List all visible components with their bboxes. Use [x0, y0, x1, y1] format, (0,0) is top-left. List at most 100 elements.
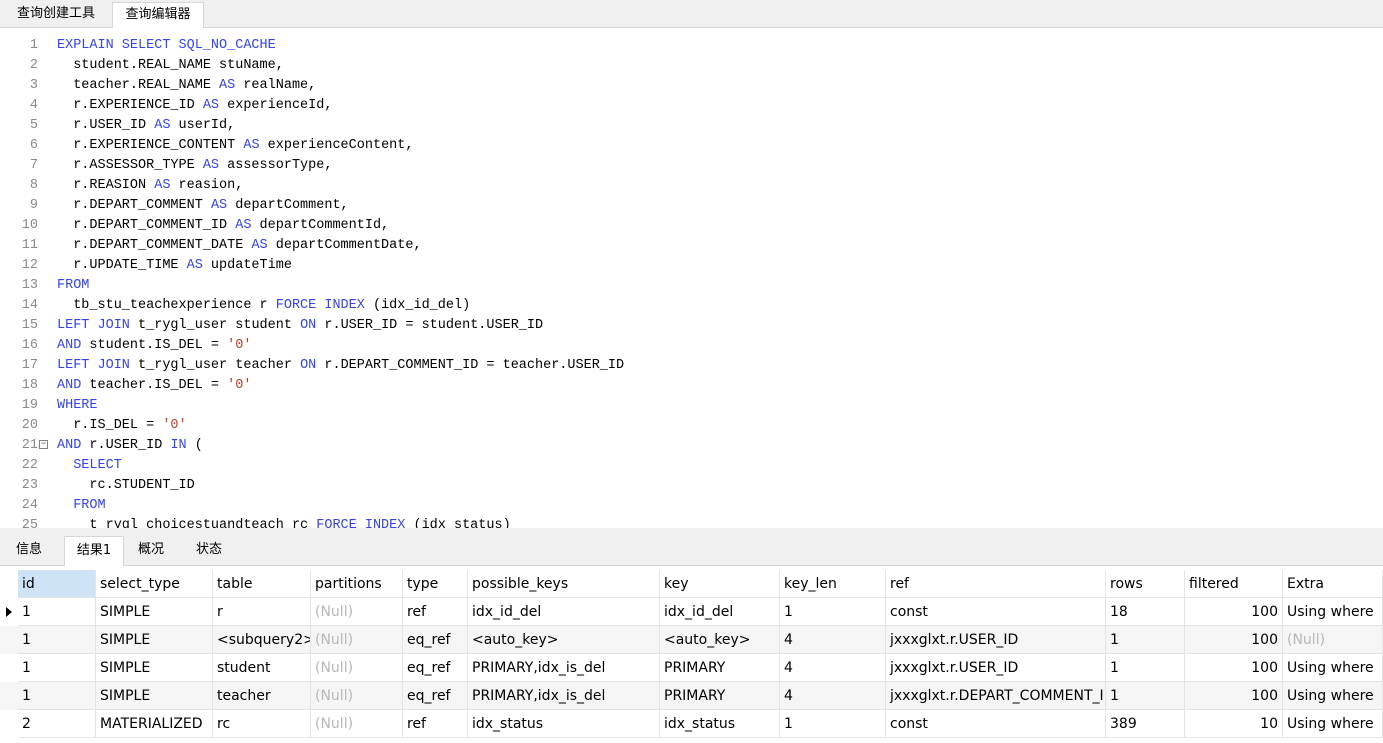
code-line[interactable]: 23 rc.STUDENT_ID — [0, 476, 1383, 496]
code-line[interactable]: 21− AND r.USER_ID IN ( — [0, 436, 1383, 456]
table-cell-key-len[interactable]: 1 — [780, 598, 886, 626]
code-line[interactable]: 12 r.UPDATE_TIME AS updateTime — [0, 256, 1383, 276]
table-cell-filtered[interactable]: 100 — [1185, 682, 1283, 710]
code-line[interactable]: 16 AND student.IS_DEL = '0' — [0, 336, 1383, 356]
table-cell-rows[interactable]: 1 — [1106, 654, 1185, 682]
table-cell-filtered[interactable]: 100 — [1185, 654, 1283, 682]
table-cell-filtered[interactable]: 10 — [1185, 710, 1283, 738]
table-cell-table[interactable]: rc — [213, 710, 311, 738]
table-cell-select-type[interactable]: MATERIALIZED — [96, 710, 213, 738]
code-line[interactable]: 11 r.DEPART_COMMENT_DATE AS departCommen… — [0, 236, 1383, 256]
column-header-partitions[interactable]: partitions — [311, 570, 403, 598]
table-row[interactable]: 1 SIMPLE student (Null) eq_ref PRIMARY,idx_is… — [0, 654, 1383, 682]
tab-profile[interactable]: 概况 — [128, 536, 174, 566]
table-row[interactable]: 1 SIMPLE <subquery2> (Null) eq_ref <auto_key>… — [0, 626, 1383, 654]
sql-editor[interactable]: 1 EXPLAIN SELECT SQL_NO_CACHE 2 student.RE… — [0, 28, 1383, 528]
fold-collapse-icon[interactable]: − — [39, 440, 48, 449]
code-line[interactable]: 9 r.DEPART_COMMENT AS departComment, — [0, 196, 1383, 216]
table-cell-table[interactable]: <subquery2> — [213, 626, 311, 654]
table-cell-extra[interactable]: (Null) — [1283, 626, 1383, 654]
table-cell-key[interactable]: PRIMARY — [660, 682, 780, 710]
table-cell-table[interactable]: student — [213, 654, 311, 682]
table-cell-ref[interactable]: jxxxglxt.r.DEPART_COMMENT_ID — [886, 682, 1106, 710]
column-header-key-len[interactable]: key_len — [780, 570, 886, 598]
table-cell-id[interactable]: 1 — [18, 682, 96, 710]
table-cell-id[interactable]: 2 — [18, 710, 96, 738]
table-cell-partitions[interactable]: (Null) — [311, 654, 403, 682]
column-header-possible-keys[interactable]: possible_keys — [468, 570, 660, 598]
table-cell-possible-keys[interactable]: PRIMARY,idx_is_del — [468, 682, 660, 710]
table-row[interactable]: 2 MATERIALIZED rc (Null) ref idx_status idx_st… — [0, 710, 1383, 738]
table-cell-rows[interactable]: 389 — [1106, 710, 1185, 738]
column-header-select-type[interactable]: select_type — [96, 570, 213, 598]
column-header-rows[interactable]: rows — [1106, 570, 1185, 598]
table-cell-possible-keys[interactable]: idx_id_del — [468, 598, 660, 626]
table-cell-key[interactable]: <auto_key> — [660, 626, 780, 654]
code-line[interactable]: 8 r.REASION AS reasion, — [0, 176, 1383, 196]
table-cell-ref[interactable]: jxxxglxt.r.USER_ID — [886, 654, 1106, 682]
code-line[interactable]: 25 t_rygl_choicestuandteach rc FORCE IND… — [0, 516, 1383, 528]
table-cell-key[interactable]: idx_id_del — [660, 598, 780, 626]
code-line[interactable]: 17 LEFT JOIN t_rygl_user teacher ON r.DEP… — [0, 356, 1383, 376]
code-line[interactable]: 2 student.REAL_NAME stuName, — [0, 56, 1383, 76]
code-line[interactable]: 19 WHERE — [0, 396, 1383, 416]
table-cell-key-len[interactable]: 1 — [780, 710, 886, 738]
table-cell-ref[interactable]: jxxxglxt.r.USER_ID — [886, 626, 1106, 654]
table-cell-type[interactable]: ref — [403, 598, 468, 626]
table-cell-id[interactable]: 1 — [18, 654, 96, 682]
table-cell-key-len[interactable]: 4 — [780, 654, 886, 682]
table-cell-type[interactable]: eq_ref — [403, 682, 468, 710]
table-cell-type[interactable]: ref — [403, 710, 468, 738]
table-cell-ref[interactable]: const — [886, 598, 1106, 626]
table-cell-possible-keys[interactable]: <auto_key> — [468, 626, 660, 654]
table-cell-type[interactable]: eq_ref — [403, 654, 468, 682]
code-line[interactable]: 13 FROM — [0, 276, 1383, 296]
table-cell-extra[interactable]: Using where — [1283, 654, 1383, 682]
code-line[interactable]: 5 r.USER_ID AS userId, — [0, 116, 1383, 136]
column-header-table[interactable]: table — [213, 570, 311, 598]
table-cell-select-type[interactable]: SIMPLE — [96, 654, 213, 682]
code-line[interactable]: 18 AND teacher.IS_DEL = '0' — [0, 376, 1383, 396]
tab-query-editor[interactable]: 查询编辑器 — [112, 2, 204, 29]
code-line[interactable]: 7 r.ASSESSOR_TYPE AS assessorType, — [0, 156, 1383, 176]
table-cell-select-type[interactable]: SIMPLE — [96, 626, 213, 654]
table-cell-id[interactable]: 1 — [18, 626, 96, 654]
code-line[interactable]: 4 r.EXPERIENCE_ID AS experienceId, — [0, 96, 1383, 116]
column-header-filtered[interactable]: filtered — [1185, 570, 1283, 598]
tab-query-builder[interactable]: 查询创建工具 — [2, 2, 110, 28]
table-cell-rows[interactable]: 1 — [1106, 682, 1185, 710]
code-line[interactable]: 14 tb_stu_teachexperience r FORCE INDEX … — [0, 296, 1383, 316]
table-row[interactable]: 1 SIMPLE r (Null) ref idx_id_del idx_id_del 1 co… — [0, 598, 1383, 626]
table-cell-key-len[interactable]: 4 — [780, 626, 886, 654]
table-cell-rows[interactable]: 18 — [1106, 598, 1185, 626]
table-cell-key-len[interactable]: 4 — [780, 682, 886, 710]
table-cell-partitions[interactable]: (Null) — [311, 682, 403, 710]
table-cell-filtered[interactable]: 100 — [1185, 598, 1283, 626]
table-cell-key[interactable]: idx_status — [660, 710, 780, 738]
table-cell-extra[interactable]: Using where — [1283, 598, 1383, 626]
table-cell-partitions[interactable]: (Null) — [311, 598, 403, 626]
table-cell-key[interactable]: PRIMARY — [660, 654, 780, 682]
table-cell-table[interactable]: teacher — [213, 682, 311, 710]
table-cell-id[interactable]: 1 — [18, 598, 96, 626]
column-header-key[interactable]: key — [660, 570, 780, 598]
table-cell-partitions[interactable]: (Null) — [311, 710, 403, 738]
code-line[interactable]: 3 teacher.REAL_NAME AS realName, — [0, 76, 1383, 96]
column-header-type[interactable]: type — [403, 570, 468, 598]
code-line[interactable]: 15 LEFT JOIN t_rygl_user student ON r.USE… — [0, 316, 1383, 336]
column-header-extra[interactable]: Extra — [1283, 570, 1383, 598]
table-cell-rows[interactable]: 1 — [1106, 626, 1185, 654]
code-line[interactable]: 24 FROM — [0, 496, 1383, 516]
column-header-id[interactable]: id — [18, 570, 96, 598]
table-cell-partitions[interactable]: (Null) — [311, 626, 403, 654]
tab-status[interactable]: 状态 — [186, 536, 232, 566]
table-cell-select-type[interactable]: SIMPLE — [96, 682, 213, 710]
table-cell-possible-keys[interactable]: idx_status — [468, 710, 660, 738]
table-cell-type[interactable]: eq_ref — [403, 626, 468, 654]
table-cell-table[interactable]: r — [213, 598, 311, 626]
column-header-ref[interactable]: ref — [886, 570, 1106, 598]
table-cell-possible-keys[interactable]: PRIMARY,idx_is_del — [468, 654, 660, 682]
code-line[interactable]: 22 SELECT — [0, 456, 1383, 476]
table-cell-extra[interactable]: Using where — [1283, 682, 1383, 710]
code-line[interactable]: 10 r.DEPART_COMMENT_ID AS departCommentI… — [0, 216, 1383, 236]
